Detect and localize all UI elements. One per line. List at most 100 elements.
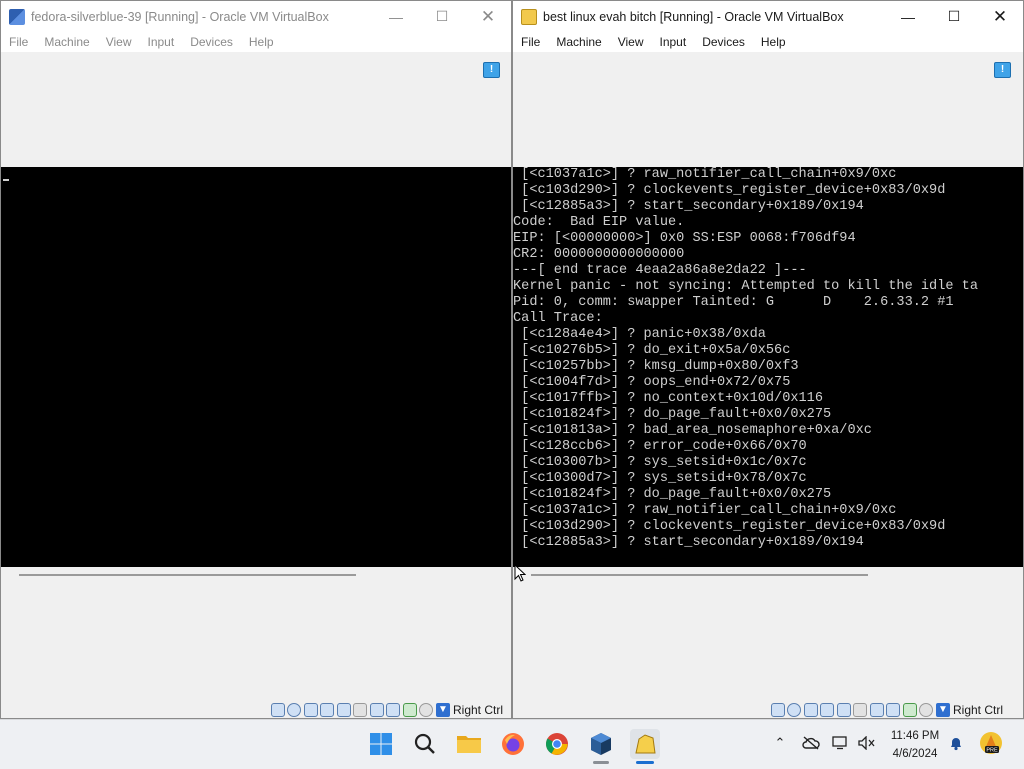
mouse-pointer-icon (514, 564, 526, 582)
horizontal-scrollbar[interactable] (19, 574, 356, 576)
menu-devices[interactable]: Devices (694, 35, 753, 49)
vm-display[interactable] (1, 167, 511, 567)
start-button[interactable] (366, 729, 396, 759)
optical-drive-icon[interactable] (787, 703, 802, 717)
maximize-button[interactable]: ☐ (419, 1, 465, 32)
usb-icon[interactable] (836, 703, 851, 717)
menu-bar: File Machine View Input Devices Help (513, 32, 1023, 52)
taskbar: ⌃ PRE (0, 719, 1024, 769)
chrome-icon (546, 733, 568, 755)
console-line: [<c128a4e4>] ? panic+0x38/0xda (513, 327, 766, 342)
virtualbox-app-icon (9, 8, 25, 25)
console-line: [<c103d290>] ? clockevents_register_devi… (513, 183, 946, 198)
notification-icon[interactable]: ! (994, 62, 1011, 78)
mouse-integration-icon[interactable] (919, 703, 934, 717)
chrome-button[interactable] (542, 729, 572, 759)
mouse-integration-icon[interactable] (419, 703, 434, 717)
menu-machine[interactable]: Machine (36, 35, 97, 49)
network-icon[interactable] (832, 734, 850, 752)
running-indicator (593, 761, 609, 764)
virtualbox-button[interactable] (586, 729, 616, 759)
menu-help[interactable]: Help (753, 35, 794, 49)
copilot-pre-icon[interactable]: PRE (979, 731, 1003, 755)
folder-icon (457, 736, 481, 753)
usb-icon[interactable] (336, 703, 351, 717)
status-bar: ▼ Right Ctrl (770, 701, 1003, 718)
cloud-offline-icon[interactable] (802, 734, 820, 752)
console-line: Kernel panic - not syncing: Attempted to… (513, 279, 978, 294)
system-clock[interactable]: 11:46 PM 4/6/2024 (884, 727, 946, 763)
console-line: [<c128ccb6>] ? error_code+0x66/0x70 (513, 439, 807, 454)
hard-disk-icon[interactable] (270, 703, 285, 717)
maximize-button[interactable]: ☐ (931, 1, 977, 32)
menu-devices[interactable]: Devices (182, 35, 241, 49)
minimize-button[interactable]: — (885, 1, 931, 32)
menu-file[interactable]: File (513, 35, 548, 49)
menu-help[interactable]: Help (241, 35, 282, 49)
notification-icon[interactable]: ! (483, 62, 500, 78)
minimize-button[interactable]: — (373, 1, 419, 32)
vm-window-button[interactable] (630, 729, 660, 759)
cpu-activity-icon[interactable] (902, 703, 917, 717)
menu-machine[interactable]: Machine (548, 35, 609, 49)
active-indicator (636, 761, 654, 764)
window-title: best linux evah bitch [Running] - Oracle… (543, 9, 844, 24)
vm-display[interactable]: [<c1037a1c>] ? raw_notifier_call_chain+0… (513, 167, 1023, 567)
console-line: [<c101824f>] ? do_page_fault+0x0/0x275 (513, 487, 832, 502)
network-icon[interactable] (820, 703, 835, 717)
menu-view[interactable]: View (98, 35, 140, 49)
console-line: [<c10257bb>] ? kmsg_dump+0x80/0xf3 (513, 359, 799, 374)
shared-folders-icon[interactable] (353, 703, 368, 717)
virtualbox-vm-icon (521, 8, 537, 25)
close-button[interactable]: ✕ (977, 1, 1023, 32)
title-bar[interactable]: best linux evah bitch [Running] - Oracle… (513, 1, 1023, 32)
menu-input[interactable]: Input (140, 35, 183, 49)
console-line: Pid: 0, comm: swapper Tainted: G D 2.6.3… (513, 295, 954, 310)
audio-icon[interactable] (303, 703, 318, 717)
optical-drive-icon[interactable] (287, 703, 302, 717)
console-line: [<c10300d7>] ? sys_setsid+0x78/0x7c (513, 471, 807, 486)
console-line: [<c1037a1c>] ? raw_notifier_call_chain+0… (513, 167, 897, 182)
hard-disk-icon[interactable] (770, 703, 785, 717)
title-bar[interactable]: fedora-silverblue-39 [Running] - Oracle … (1, 1, 511, 32)
vm-window-fedora[interactable]: fedora-silverblue-39 [Running] - Oracle … (0, 0, 512, 719)
console-line: [<c103007b>] ? sys_setsid+0x1c/0x7c (513, 455, 807, 470)
console-line: CR2: 0000000000000000 (513, 247, 685, 262)
menu-file[interactable]: File (1, 35, 36, 49)
virtualbox-icon (591, 733, 611, 755)
status-bar: ▼ Right Ctrl (270, 701, 503, 718)
search-button[interactable] (410, 729, 440, 759)
audio-icon[interactable] (803, 703, 818, 717)
volume-muted-icon[interactable] (858, 734, 876, 752)
host-key-label: Right Ctrl (452, 703, 503, 717)
menu-view[interactable]: View (610, 35, 652, 49)
kernel-panic-console: [<c1037a1c>] ? raw_notifier_call_chain+0… (513, 167, 978, 551)
clock-date: 4/6/2024 (892, 748, 938, 760)
notifications-bell-icon[interactable] (947, 734, 965, 752)
console-line: EIP: [<00000000>] 0x0 SS:ESP 0068:f706df… (513, 231, 856, 246)
console-line: ---[ end trace 4eaa2a86a8e2da22 ]--- (513, 263, 807, 278)
display-icon[interactable] (869, 703, 884, 717)
firefox-button[interactable] (498, 729, 528, 759)
chevron-up-icon[interactable]: ⌃ (771, 734, 789, 752)
shared-folders-icon[interactable] (853, 703, 868, 717)
file-explorer-button[interactable] (454, 729, 484, 759)
menu-input[interactable]: Input (652, 35, 695, 49)
console-line: [<c12885a3>] ? start_secondary+0x189/0x1… (513, 535, 864, 550)
recording-icon[interactable] (386, 703, 401, 717)
host-key-icon: ▼ (935, 703, 950, 717)
close-button[interactable]: ✕ (465, 1, 511, 32)
vm-window-best-linux[interactable]: best linux evah bitch [Running] - Oracle… (512, 0, 1024, 719)
display-icon[interactable] (369, 703, 384, 717)
console-line: [<c12885a3>] ? start_secondary+0x189/0x1… (513, 199, 864, 214)
vm-icon (635, 734, 656, 754)
clock-time: 11:46 PM (890, 730, 940, 742)
svg-text:PRE: PRE (986, 748, 998, 754)
network-icon[interactable] (320, 703, 335, 717)
menu-bar: File Machine View Input Devices Help (1, 32, 511, 52)
windows-logo-icon (370, 733, 392, 755)
recording-icon[interactable] (886, 703, 901, 717)
window-title: fedora-silverblue-39 [Running] - Oracle … (31, 9, 329, 24)
horizontal-scrollbar[interactable] (531, 574, 868, 576)
cpu-activity-icon[interactable] (402, 703, 417, 717)
